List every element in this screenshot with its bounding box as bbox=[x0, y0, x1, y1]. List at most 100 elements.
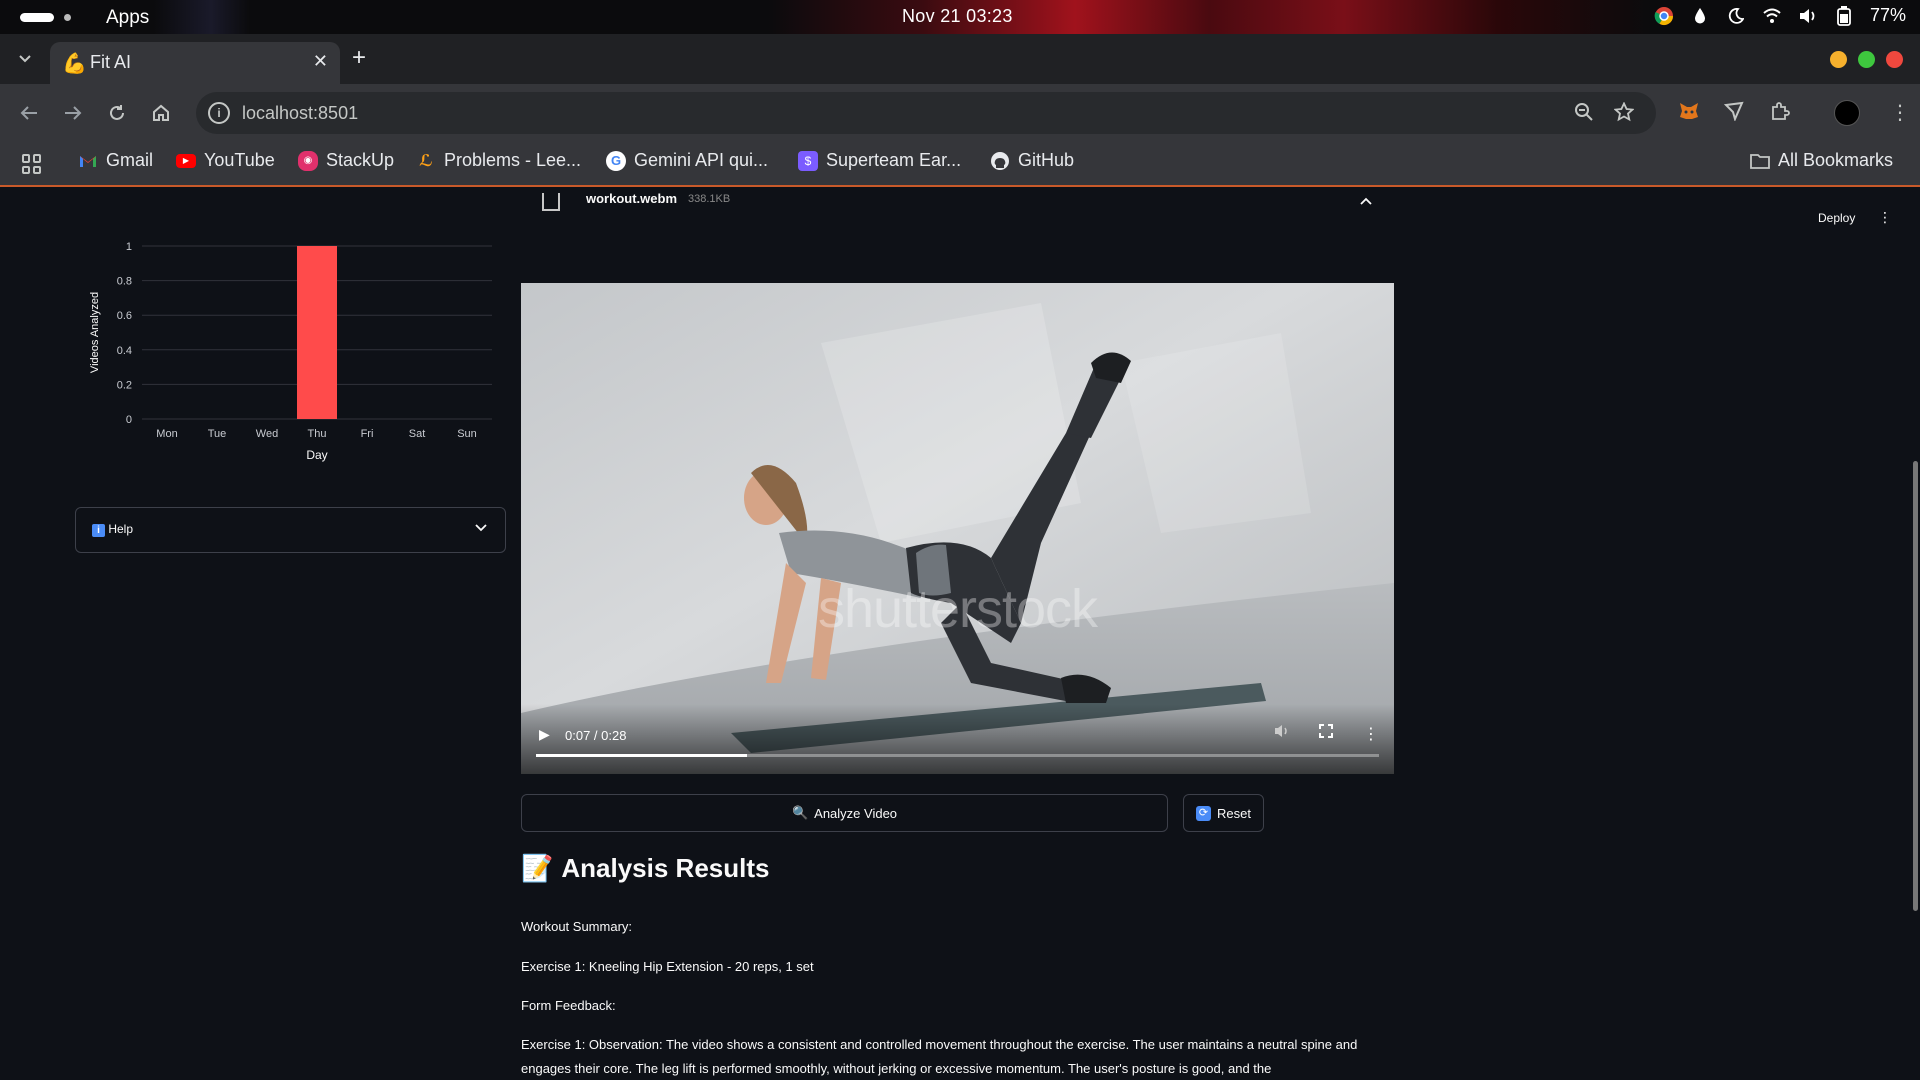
chart-x-tick-label: Sat bbox=[409, 428, 426, 440]
play-icon[interactable]: ▶ bbox=[539, 726, 550, 743]
gmail-icon bbox=[78, 151, 98, 171]
chart-y-tick-label: 0.4 bbox=[117, 345, 132, 357]
volume-icon[interactable] bbox=[1798, 6, 1818, 26]
bookmark-label: GitHub bbox=[1018, 150, 1075, 170]
home-button[interactable] bbox=[148, 100, 174, 126]
metamask-icon[interactable] bbox=[1678, 101, 1700, 127]
chart-x-tick-label: Fri bbox=[361, 428, 374, 440]
wifi-icon[interactable] bbox=[1762, 6, 1782, 26]
workout-video-frame bbox=[521, 283, 1394, 774]
bookmark-superteam[interactable]: $ Superteam Ear... bbox=[798, 150, 961, 171]
workspace-dot[interactable] bbox=[64, 14, 71, 21]
all-bookmarks-label: All Bookmarks bbox=[1778, 150, 1894, 170]
bookmark-youtube[interactable]: ▶ YouTube bbox=[176, 150, 275, 171]
analyze-video-button[interactable]: 🔍 Analyze Video bbox=[521, 794, 1168, 832]
video-controls: ▶ 0:07 / 0:28 ⋮ bbox=[521, 704, 1394, 774]
apps-grid-icon[interactable] bbox=[22, 154, 42, 174]
bookmark-leetcode[interactable]: ℒ Problems - Lee... bbox=[416, 150, 581, 171]
fullscreen-icon[interactable] bbox=[1319, 724, 1333, 741]
drop-icon[interactable] bbox=[1690, 6, 1710, 26]
bookmark-gemini[interactable]: G Gemini API qui... bbox=[606, 150, 768, 171]
video-progress-track[interactable] bbox=[536, 754, 1379, 757]
chevron-down-icon bbox=[475, 520, 487, 535]
deploy-button[interactable]: Deploy bbox=[1818, 211, 1855, 225]
magnifier-icon: 🔍 bbox=[791, 805, 809, 820]
weekly-activity-chart: 0 0.2 0.4 0.6 0.8 1 Mon Tue Wed Thu Fri Sat Sun Day Vi… bbox=[89, 241, 492, 462]
workspace-indicator[interactable] bbox=[20, 13, 54, 22]
system-tray: 77% bbox=[1654, 5, 1906, 26]
profile-avatar[interactable] bbox=[1834, 100, 1860, 126]
night-mode-icon[interactable] bbox=[1726, 6, 1746, 26]
chart-y-tick-label: 0.2 bbox=[117, 379, 132, 391]
github-icon bbox=[990, 151, 1010, 171]
results-title: Analysis Results bbox=[561, 853, 770, 883]
bookmark-star-icon[interactable] bbox=[1613, 101, 1635, 128]
arrow-right-icon bbox=[65, 106, 82, 120]
maximize-button[interactable] bbox=[1858, 51, 1875, 68]
streamlit-app: Deploy ⋮ 0 0.2 0.4 0.6 0.8 1 Mon Tue Wed Thu Fri Sa… bbox=[0, 189, 1920, 1080]
observation-text: Exercise 1: Observation: The video shows… bbox=[521, 1037, 1358, 1076]
bookmark-stackup[interactable]: ◉ StackUp bbox=[298, 150, 394, 171]
chart-y-tick-label: 1 bbox=[126, 241, 132, 253]
reload-button[interactable] bbox=[104, 100, 130, 126]
extensions-puzzle-icon[interactable] bbox=[1770, 101, 1790, 127]
bookmark-label: Gemini API qui... bbox=[634, 150, 769, 170]
send-extension-icon[interactable] bbox=[1723, 101, 1744, 127]
video-player[interactable]: shutterstock ▶ 0:07 / 0:28 ⋮ bbox=[521, 283, 1394, 774]
tab-title: Fit AI bbox=[90, 52, 132, 72]
close-window-button[interactable] bbox=[1886, 51, 1903, 68]
close-tab-icon[interactable]: ✕ bbox=[313, 51, 328, 72]
refresh-icon: ⟳ bbox=[1196, 805, 1212, 821]
flexed-biceps-icon: 💪 bbox=[62, 53, 87, 75]
leetcode-icon: ℒ bbox=[419, 152, 433, 170]
youtube-icon: ▶ bbox=[176, 153, 196, 168]
chart-y-tick-label: 0.6 bbox=[117, 310, 132, 322]
bookmarks-bar: Gmail ▶ YouTube ◉ StackUp ℒ Problems - L… bbox=[0, 142, 1920, 187]
video-more-icon[interactable]: ⋮ bbox=[1363, 724, 1379, 744]
chart-y-tick-label: 0 bbox=[126, 414, 132, 426]
chrome-icon[interactable] bbox=[1654, 6, 1674, 26]
folder-icon bbox=[1750, 151, 1770, 171]
back-button[interactable] bbox=[16, 100, 42, 126]
help-expander-header: i Help bbox=[92, 522, 133, 537]
info-icon: i bbox=[92, 524, 105, 537]
bookmark-label: Superteam Ear... bbox=[826, 150, 962, 170]
apps-button[interactable]: Apps bbox=[106, 7, 149, 29]
minimize-button[interactable] bbox=[1830, 51, 1847, 68]
collapse-icon[interactable] bbox=[1360, 192, 1372, 209]
help-label: Help bbox=[108, 522, 134, 536]
exercise-line: Exercise 1: Kneeling Hip Extension - 20 … bbox=[521, 959, 814, 974]
file-icon bbox=[542, 193, 560, 211]
bookmark-label: YouTube bbox=[204, 150, 275, 170]
url-text[interactable]: localhost:8501 bbox=[242, 103, 358, 124]
zoom-icon[interactable] bbox=[1574, 102, 1594, 128]
forward-button[interactable] bbox=[60, 100, 86, 126]
reload-icon bbox=[110, 105, 124, 120]
page-scrollbar[interactable] bbox=[1913, 461, 1918, 911]
bookmark-gmail[interactable]: Gmail bbox=[78, 150, 153, 171]
help-expander[interactable]: i Help bbox=[75, 507, 506, 553]
superteam-icon: $ bbox=[798, 150, 818, 171]
main-menu-icon[interactable]: ⋮ bbox=[1878, 209, 1892, 226]
video-progress-fill bbox=[536, 754, 747, 757]
battery-icon[interactable] bbox=[1834, 5, 1854, 26]
bookmark-github[interactable]: GitHub bbox=[990, 150, 1074, 171]
clock[interactable]: Nov 21 03:23 bbox=[902, 6, 1013, 27]
address-bar[interactable]: i localhost:8501 bbox=[196, 92, 1656, 134]
chart-y-axis-label: Videos Analyzed bbox=[89, 292, 101, 373]
volume-icon[interactable] bbox=[1274, 724, 1290, 741]
all-bookmarks-button[interactable]: All Bookmarks bbox=[1750, 150, 1893, 171]
file-size: 338.1KB bbox=[688, 193, 731, 205]
tab-search-button[interactable] bbox=[12, 46, 38, 72]
chart-x-axis-label: Day bbox=[306, 448, 327, 462]
browser-menu-icon[interactable]: ⋮ bbox=[1890, 100, 1910, 125]
tab-fit-ai[interactable]: 💪 Fit AI ✕ bbox=[50, 42, 340, 84]
new-tab-button[interactable]: + bbox=[352, 46, 366, 70]
reset-label: Reset bbox=[1217, 805, 1251, 821]
video-time: 0:07 / 0:28 bbox=[565, 728, 627, 743]
chart-x-tick-label: Wed bbox=[256, 428, 278, 440]
reset-button[interactable]: ⟳ Reset bbox=[1183, 794, 1264, 832]
bookmark-label: Problems - Lee... bbox=[444, 150, 582, 170]
site-info-icon[interactable]: i bbox=[208, 102, 230, 124]
arrow-left-icon bbox=[20, 106, 37, 120]
